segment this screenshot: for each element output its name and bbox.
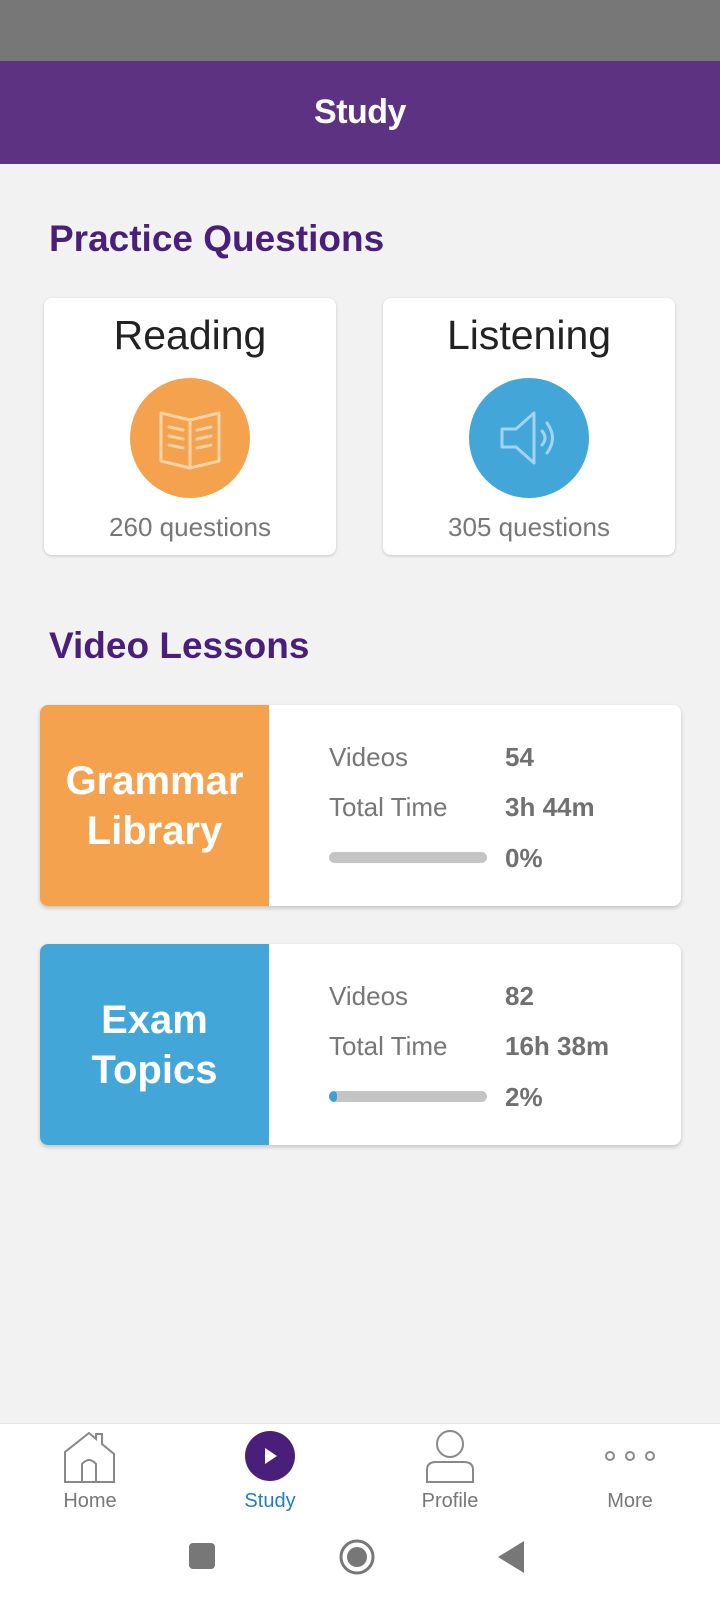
system-navigation-bar (0, 1523, 720, 1600)
nav-profile[interactable]: Profile (360, 1424, 540, 1524)
open-book-icon (130, 378, 250, 498)
recents-button[interactable] (189, 1543, 215, 1574)
reading-question-count: 260 questions (109, 512, 271, 542)
videos-label: Videos (329, 742, 409, 772)
nav-home[interactable]: Home (0, 1424, 180, 1524)
more-dots-icon (602, 1430, 658, 1489)
videos-count: 82 (505, 981, 534, 1011)
videos-count: 54 (505, 742, 534, 772)
progress-bar (329, 1091, 487, 1102)
nav-home-label: Home (63, 1490, 117, 1512)
exam-topics-card[interactable]: Exam Topics Videos 82 Total Time 16h 38m … (40, 944, 681, 1145)
progress-percent: 2% (505, 1082, 543, 1112)
listening-title: Listening (446, 312, 612, 358)
practice-questions-heading: Practice Questions (49, 218, 385, 259)
thumb-line2: Library (86, 808, 223, 853)
bottom-navigation: Home Study Profile More (0, 1423, 720, 1523)
reading-card[interactable]: Reading 260 questions (44, 298, 336, 555)
play-circle-icon (244, 1430, 296, 1487)
nav-more-label: More (607, 1490, 653, 1512)
thumb-line1: Grammar (65, 758, 244, 803)
status-bar (0, 0, 720, 61)
total-time-value: 16h 38m (505, 1031, 610, 1061)
exam-topics-thumbnail: Exam Topics (40, 944, 269, 1145)
progress-percent: 0% (505, 843, 543, 873)
person-icon (424, 1430, 476, 1489)
total-time-value: 3h 44m (505, 792, 595, 822)
thumb-line2: Topics (91, 1047, 218, 1092)
nav-profile-label: Profile (421, 1490, 479, 1512)
speaker-icon (469, 378, 589, 498)
app-bar: Study (0, 61, 720, 164)
listening-card[interactable]: Listening 305 questions (383, 298, 675, 555)
back-button[interactable] (498, 1541, 524, 1578)
home-system-button[interactable] (339, 1539, 375, 1580)
videos-label: Videos (329, 981, 409, 1011)
nav-study-label: Study (244, 1490, 296, 1512)
total-time-label: Total Time (329, 792, 448, 822)
total-time-label: Total Time (329, 1031, 448, 1061)
home-icon (62, 1430, 118, 1489)
progress-bar (329, 852, 487, 863)
nav-more[interactable]: More (540, 1424, 720, 1524)
listening-question-count: 305 questions (448, 512, 610, 542)
page-title: Study (314, 93, 406, 131)
video-lessons-heading: Video Lessons (49, 625, 310, 666)
reading-title: Reading (113, 312, 267, 358)
grammar-library-thumbnail: Grammar Library (40, 705, 269, 906)
grammar-library-card[interactable]: Grammar Library Videos 54 Total Time 3h 4… (40, 705, 681, 906)
nav-study[interactable]: Study (180, 1424, 360, 1524)
thumb-line1: Exam (101, 997, 208, 1042)
